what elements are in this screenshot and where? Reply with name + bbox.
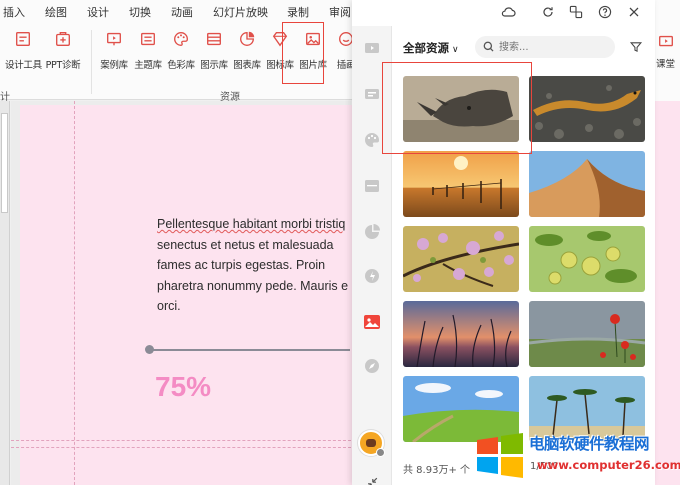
slides-icon[interactable] (362, 84, 382, 104)
image-thumbnail-desert-dune[interactable] (529, 151, 645, 217)
help-icon[interactable] (597, 4, 613, 20)
menu-draw[interactable]: 绘图 (45, 4, 67, 20)
image-thumbnail-sunset-fence[interactable] (403, 151, 519, 217)
total-count: 共 8.93万+ 个 (403, 465, 471, 476)
scrollbar-thumb[interactable] (1, 113, 8, 213)
ppt-diagnose-label: PPT诊断 (45, 60, 81, 71)
diagram-library-button[interactable]: 图示库 (196, 30, 232, 71)
pane-topbar (352, 0, 655, 26)
menu-slideshow[interactable]: 幻灯片放映 (213, 4, 268, 20)
text-line: pharetra nonummy pede. Mauris e (157, 278, 349, 293)
palette-label: 色彩库 (167, 60, 195, 71)
ppt-diagnose-button[interactable]: PPT诊断 (45, 30, 81, 71)
avatar[interactable] (358, 430, 385, 457)
video-icon[interactable] (362, 38, 382, 58)
percent-text[interactable]: 75% (155, 371, 211, 403)
image-thumbnail-green-fruit[interactable] (529, 226, 645, 292)
menu-record[interactable]: 录制 (287, 4, 309, 20)
slide-body-text[interactable]: Pellentesque habitant morbi tristiq sene… (157, 214, 357, 317)
windows-logo (477, 433, 523, 478)
grid-icon[interactable] (362, 176, 382, 196)
ppt-diagnose-icon (56, 32, 70, 46)
avatar-face (366, 439, 376, 447)
classroom-label[interactable]: 课堂 (656, 56, 675, 70)
theme-library-label: 主题库 (134, 60, 162, 71)
search-input[interactable] (499, 39, 607, 55)
design-tools-label: 设计工具 (5, 60, 42, 71)
slide-thumbnail-scrollbar[interactable] (0, 101, 10, 485)
theme-library-icon (141, 32, 155, 46)
ribbon-separator (91, 30, 92, 94)
watermark-url: www.computer26.com (537, 458, 680, 472)
text-line: Pellentesque habitant morbi tristiq (157, 217, 346, 231)
image-icon[interactable] (362, 312, 382, 332)
pie-chart-icon[interactable] (362, 222, 382, 242)
palette-icon[interactable] (362, 130, 382, 150)
image-thumbnail-cherry-blossom[interactable] (403, 226, 519, 292)
menu-animations[interactable]: 动画 (171, 4, 193, 20)
watermark-title: 电脑软硬件教程网 (529, 435, 650, 453)
classroom-icon[interactable] (657, 33, 675, 51)
case-library-label: 案例库 (100, 60, 128, 71)
guide-line-horizontal (11, 447, 351, 448)
chart-library-button[interactable]: 图表库 (229, 30, 265, 71)
filter-row: 全部资源 ∨ (393, 36, 655, 60)
refresh-icon[interactable] (540, 4, 556, 20)
sticker-icon[interactable] (362, 266, 382, 286)
palette-icon (174, 32, 188, 46)
text-line: senectus et netus et malesuada (157, 237, 334, 252)
diagram-library-icon (207, 32, 221, 46)
image-thumbnail-snake[interactable] (529, 76, 645, 142)
menu-design[interactable]: 设计 (87, 4, 109, 20)
resource-type-dropdown[interactable]: 全部资源 ∨ (403, 40, 459, 56)
guide-line-horizontal (11, 440, 351, 441)
switch-icon[interactable] (568, 4, 584, 20)
guide-line-vertical (74, 101, 75, 485)
resource-type-label: 全部资源 (403, 41, 449, 55)
search-box[interactable] (475, 36, 615, 58)
search-icon (483, 41, 494, 52)
close-icon[interactable] (626, 4, 642, 20)
text-line: orci. (157, 299, 181, 313)
image-thumbnail-poppies[interactable] (529, 301, 645, 367)
diagram-library-label: 图示库 (200, 60, 228, 71)
selected-image-highlight (382, 62, 532, 154)
image-thumbnail-grass-sunset[interactable] (403, 301, 519, 367)
filter-icon[interactable] (629, 40, 643, 54)
cloud-icon[interactable] (500, 4, 516, 20)
chart-library-icon (240, 31, 255, 46)
case-library-icon (107, 32, 121, 46)
menu-bar: 插入 绘图 设计 切换 动画 幻灯片放映 录制 审阅 (0, 0, 360, 24)
text-line: fames ac turpis egestas. Proin (157, 258, 326, 272)
menu-transitions[interactable]: 切换 (129, 4, 151, 20)
chevron-down-icon: ∨ (452, 45, 459, 55)
compass-icon[interactable] (362, 356, 382, 376)
menu-review[interactable]: 审阅 (329, 4, 351, 20)
case-library-button[interactable]: 案例库 (96, 30, 132, 71)
timeline-line[interactable] (150, 349, 350, 351)
timeline-dot[interactable] (145, 345, 154, 354)
image-library-highlight (282, 22, 324, 84)
menu-insert[interactable]: 插入 (3, 4, 25, 20)
watermark: 电脑软硬件教程网 www.computer26.com (473, 428, 680, 485)
design-tools-icon (16, 32, 30, 46)
collapse-icon[interactable] (364, 475, 380, 485)
avatar-badge (376, 448, 385, 457)
chart-library-label: 图表库 (233, 60, 261, 71)
theme-library-button[interactable]: 主题库 (130, 30, 166, 71)
design-tools-button[interactable]: 设计工具 (5, 30, 42, 71)
palette-button[interactable]: 色彩库 (163, 30, 199, 71)
